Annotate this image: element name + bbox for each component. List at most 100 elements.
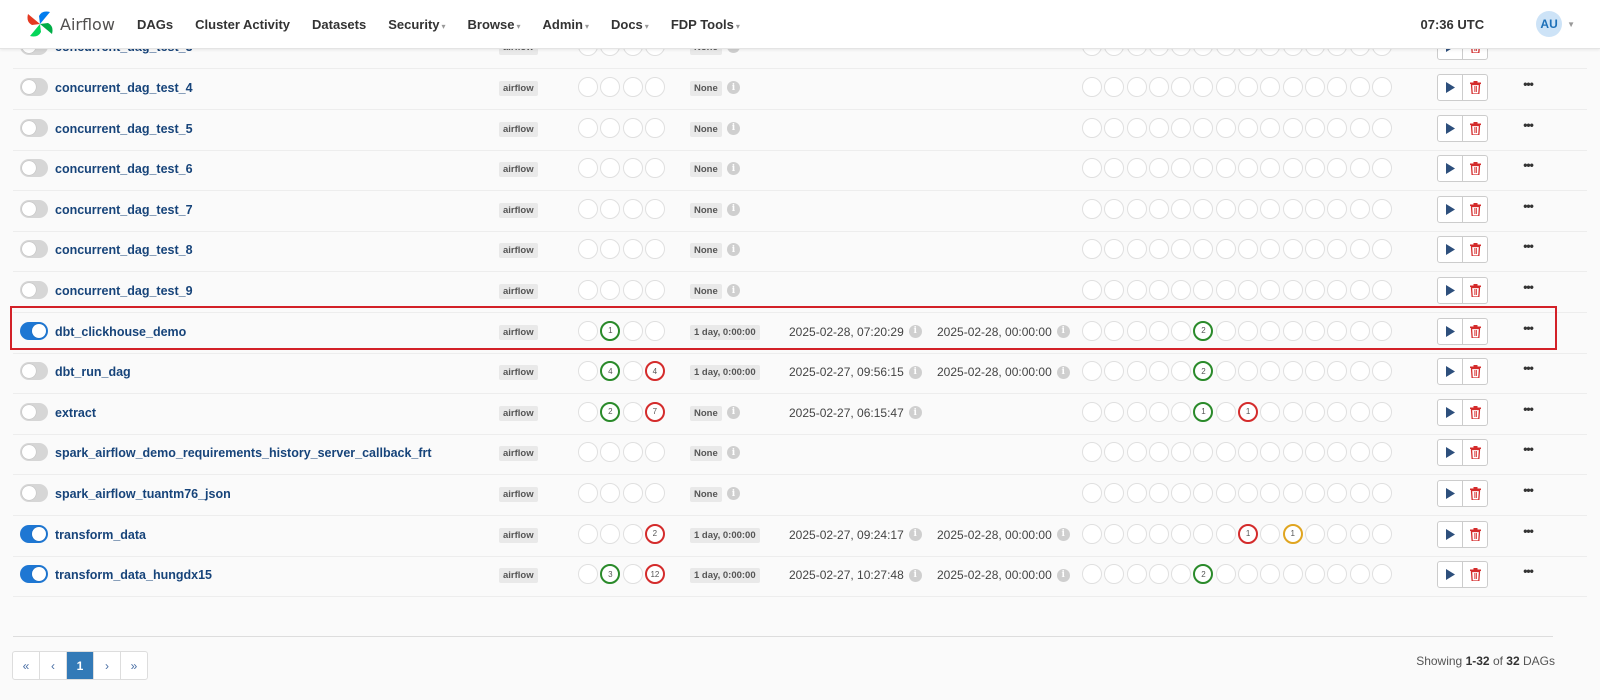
task-state-circle[interactable] xyxy=(1327,198,1348,219)
run-state-circle[interactable] xyxy=(578,483,598,503)
task-state-circle[interactable] xyxy=(1193,523,1214,544)
task-state-circle[interactable] xyxy=(1082,483,1102,503)
more-links-ellipsis-icon[interactable]: ••• xyxy=(1516,483,1540,497)
task-state-circle[interactable] xyxy=(1082,523,1102,544)
task-state-circle[interactable] xyxy=(1371,401,1392,422)
run-state-circle[interactable] xyxy=(622,280,643,300)
task-state-circle[interactable] xyxy=(1349,117,1370,138)
task-state-circle-failed[interactable]: 1 xyxy=(1238,523,1259,544)
trigger-dag-play-icon[interactable] xyxy=(1438,237,1462,262)
schedule-badge[interactable]: 1 day, 0:00:00 xyxy=(690,527,760,543)
trigger-dag-play-icon[interactable] xyxy=(1438,440,1462,465)
last-run-time[interactable]: 2025-02-27, 06:15:47 xyxy=(789,406,904,420)
task-state-circle[interactable] xyxy=(1260,320,1281,341)
run-state-circle[interactable] xyxy=(578,48,598,56)
delete-dag-trash-icon[interactable] xyxy=(1462,318,1487,344)
task-state-circle[interactable] xyxy=(1371,77,1392,97)
schedule-badge[interactable]: None xyxy=(690,446,722,462)
next-run-info-icon[interactable]: i xyxy=(1056,324,1070,338)
task-state-circle[interactable] xyxy=(1260,117,1281,138)
task-state-circle[interactable] xyxy=(1148,117,1169,138)
task-state-circle[interactable] xyxy=(1282,198,1303,219)
last-run-info-icon[interactable]: i xyxy=(908,365,922,379)
task-state-circle[interactable] xyxy=(1304,483,1325,503)
task-state-circle[interactable] xyxy=(1148,320,1169,341)
task-state-circle[interactable] xyxy=(1215,523,1236,544)
owner-badge[interactable]: airflow xyxy=(499,81,538,96)
more-links-ellipsis-icon[interactable]: ••• xyxy=(1516,77,1540,91)
task-state-circle[interactable] xyxy=(1082,239,1102,260)
task-state-circle[interactable] xyxy=(1260,48,1281,56)
task-state-circle[interactable] xyxy=(1304,198,1325,219)
schedule-info-icon[interactable]: i xyxy=(727,202,740,216)
nav-item-dags[interactable]: DAGs xyxy=(137,17,173,32)
trigger-dag-play-icon[interactable] xyxy=(1438,156,1462,181)
pause-toggle[interactable] xyxy=(20,199,48,218)
task-state-circle[interactable] xyxy=(1215,401,1236,422)
run-state-circle[interactable] xyxy=(578,523,598,544)
more-links-ellipsis-icon[interactable]: ••• xyxy=(1516,118,1540,132)
next-run-info-icon[interactable]: i xyxy=(1056,527,1070,541)
task-state-circle[interactable] xyxy=(1215,48,1236,56)
page-1-button[interactable]: 1 xyxy=(66,652,93,679)
delete-dag-trash-icon[interactable] xyxy=(1462,278,1487,303)
task-state-circle[interactable] xyxy=(1171,280,1192,300)
task-state-circle[interactable] xyxy=(1148,280,1169,300)
delete-dag-trash-icon[interactable] xyxy=(1462,115,1487,141)
more-links-ellipsis-icon[interactable]: ••• xyxy=(1516,280,1540,294)
task-state-circle[interactable] xyxy=(1193,280,1214,300)
run-state-circle[interactable] xyxy=(622,483,643,503)
trigger-dag-play-icon[interactable] xyxy=(1438,400,1462,425)
run-state-circle[interactable] xyxy=(578,320,598,341)
task-state-circle[interactable] xyxy=(1327,523,1348,544)
task-state-circle[interactable] xyxy=(1171,48,1192,56)
trigger-dag-play-icon[interactable] xyxy=(1438,481,1462,506)
task-state-circle[interactable] xyxy=(1193,442,1214,463)
run-state-circle[interactable] xyxy=(600,48,621,56)
task-state-circle[interactable] xyxy=(1327,117,1348,138)
run-state-circle[interactable] xyxy=(622,158,643,179)
task-state-circle[interactable] xyxy=(1371,198,1392,219)
run-state-circle[interactable] xyxy=(622,401,643,422)
task-state-circle[interactable] xyxy=(1193,77,1214,97)
task-state-circle[interactable] xyxy=(1148,483,1169,503)
owner-badge[interactable]: airflow xyxy=(499,284,538,299)
task-state-circle[interactable] xyxy=(1238,564,1259,585)
task-state-circle[interactable] xyxy=(1349,483,1370,503)
nav-item-datasets[interactable]: Datasets xyxy=(312,17,366,32)
owner-badge[interactable]: airflow xyxy=(499,162,538,178)
task-state-circle[interactable] xyxy=(1260,483,1281,503)
run-state-circle-failed[interactable]: 7 xyxy=(644,401,665,422)
task-state-circle[interactable] xyxy=(1327,483,1348,503)
task-state-circle[interactable] xyxy=(1327,158,1348,179)
task-state-circle[interactable] xyxy=(1148,564,1169,585)
nav-item-docs[interactable]: Docs ▾ xyxy=(611,17,649,32)
task-state-circle[interactable] xyxy=(1327,48,1348,56)
task-state-circle[interactable] xyxy=(1238,483,1259,503)
trigger-dag-play-icon[interactable] xyxy=(1438,116,1462,141)
task-state-circle[interactable] xyxy=(1171,442,1192,463)
task-state-circle[interactable] xyxy=(1126,198,1147,219)
task-state-circle[interactable] xyxy=(1215,239,1236,260)
task-state-circle[interactable] xyxy=(1126,401,1147,422)
task-state-circle[interactable] xyxy=(1238,158,1259,179)
dag-name-link[interactable]: concurrent_dag_test_8 xyxy=(55,243,193,257)
pause-toggle[interactable] xyxy=(20,78,48,96)
task-state-circle-queued[interactable]: 1 xyxy=(1282,523,1303,544)
run-state-circle[interactable] xyxy=(622,77,643,97)
run-state-circle[interactable] xyxy=(622,442,643,463)
first-page-button[interactable]: « xyxy=(13,652,39,679)
task-state-circle[interactable] xyxy=(1193,158,1214,179)
schedule-badge[interactable]: None xyxy=(690,405,722,421)
task-state-circle[interactable] xyxy=(1104,77,1125,97)
task-state-circle[interactable] xyxy=(1327,564,1348,585)
pause-toggle[interactable] xyxy=(20,443,48,462)
nav-item-fdp-tools[interactable]: FDP Tools ▾ xyxy=(671,17,740,32)
task-state-circle[interactable] xyxy=(1104,483,1125,503)
task-state-circle[interactable] xyxy=(1371,320,1392,341)
task-state-circle[interactable] xyxy=(1193,117,1214,138)
task-state-circle[interactable] xyxy=(1126,48,1147,56)
task-state-circle[interactable] xyxy=(1304,48,1325,56)
nav-item-browse[interactable]: Browse ▾ xyxy=(468,17,521,32)
task-state-circle[interactable] xyxy=(1148,77,1169,97)
